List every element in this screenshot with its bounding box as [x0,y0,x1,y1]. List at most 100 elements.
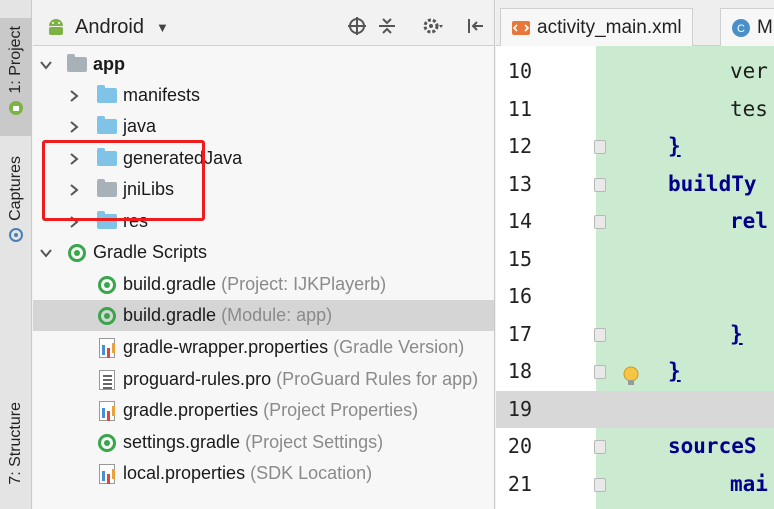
lightbulb-icon[interactable] [623,366,639,388]
gradle-icon [96,305,118,327]
android-icon [9,100,23,115]
tree-hint: (Project Properties) [263,400,419,420]
tab-structure-label: 7: Structure [7,402,24,485]
tree-node-gradle-wrapper-properties[interactable]: gradle-wrapper.properties (Gradle Versio… [33,332,494,363]
chevron-down-icon[interactable] [37,244,55,262]
line-number: 11 [507,97,532,121]
code-line: buildTy [668,172,757,196]
tree-node-proguard-rules[interactable]: proguard-rules.pro (ProGuard Rules for a… [33,364,494,395]
tree-label: gradle.properties [123,400,259,420]
folder-icon [96,116,118,138]
tree-label: build.gradle [123,305,217,325]
gradle-icon [96,274,118,296]
tree-label: proguard-rules.pro [123,369,272,389]
line-number: 10 [507,59,532,83]
module-folder-icon [66,54,88,76]
crosshair-icon[interactable] [345,14,369,38]
tree-label: app [93,54,126,74]
tree-node-build-gradle-module[interactable]: build.gradle (Module: app) [33,300,494,331]
project-panel: Android ▼ app manifests java generatedJa… [33,0,495,509]
line-number: 15 [507,247,532,271]
chevron-right-icon[interactable] [65,87,83,105]
fold-marker[interactable] [594,328,606,342]
code-line: mai [730,472,768,496]
chevron-right-icon[interactable] [65,118,83,136]
camera-icon [9,227,23,242]
code-line: ver [730,59,768,83]
line-number: 16 [507,284,532,308]
tree-label: settings.gradle [123,432,241,452]
current-line-highlight [496,391,774,428]
properties-file-icon [96,463,118,485]
code-line: sourceS [668,434,757,458]
tab-captures-label: Captures [7,156,24,221]
fold-marker[interactable] [594,478,606,492]
tree-hint: (SDK Location) [250,463,373,483]
tool-window-strip: 1: Project Captures 7: Structure [0,0,32,509]
line-number: 21 [507,472,532,496]
xml-file-icon [512,20,530,35]
text-file-icon [96,369,118,391]
code-line: } [668,359,681,383]
gradle-icon [66,242,88,264]
tab-activity-main-xml[interactable]: activity_main.xml [500,8,693,46]
line-number: 12 [507,134,532,158]
fold-marker[interactable] [594,440,606,454]
code-editor: activity_main.xml C M 10 11 12 13 14 15 … [496,0,774,509]
tree-node-build-gradle-project[interactable]: build.gradle (Project: IJKPlayerb) [33,269,494,300]
tab-label: activity_main.xml [537,16,682,38]
fold-marker[interactable] [594,215,606,229]
tree-node-gradle-properties[interactable]: gradle.properties (Project Properties) [33,395,494,426]
tree-label: gradle-wrapper.properties [123,337,329,357]
tree-node-manifests[interactable]: manifests [33,80,494,111]
tree-label: local.properties [123,463,246,483]
line-number: 20 [507,434,532,458]
line-number: 18 [507,359,532,383]
tree-hint: (ProGuard Rules for app) [276,369,479,389]
tree-node-app[interactable]: app [33,49,494,80]
view-mode-label: Android [75,15,144,38]
folder-icon [96,85,118,107]
annotation-highlight-box [42,140,205,221]
fold-marker[interactable] [594,140,606,154]
tree-hint: (Module: app) [221,305,333,325]
chevron-down-icon[interactable] [37,56,55,74]
tab-java-class[interactable]: C M [720,8,774,46]
svg-text:C: C [737,23,745,35]
collapse-all-icon[interactable] [375,14,399,38]
properties-file-icon [96,400,118,422]
project-toolbar: Android ▼ [33,0,494,46]
tree-node-settings-gradle[interactable]: settings.gradle (Project Settings) [33,427,494,458]
gear-icon[interactable] [421,14,445,38]
tab-project[interactable]: 1: Project [0,18,32,136]
tree-node-local-properties[interactable]: local.properties (SDK Location) [33,458,494,489]
code-line: tes [730,97,768,121]
tree-node-java[interactable]: java [33,111,494,142]
tree-label: build.gradle [123,274,217,294]
fold-marker[interactable] [594,178,606,192]
tab-structure[interactable]: 7: Structure [0,396,32,509]
tree-label: java [123,116,157,136]
properties-file-icon [96,337,118,359]
line-number: 19 [507,397,532,421]
class-icon: C [732,18,750,37]
tree-label: Gradle Scripts [93,242,208,262]
tree-hint: (Project: IJKPlayerb) [221,274,387,294]
line-number: 14 [507,209,532,233]
tab-label: M [757,16,773,38]
code-line: rel [730,209,768,233]
android-icon [49,19,63,35]
line-number: 17 [507,322,532,346]
tree-node-gradle-scripts[interactable]: Gradle Scripts [33,237,494,268]
gradle-icon [96,432,118,454]
chevron-down-icon: ▼ [155,19,169,35]
code-line: } [730,322,743,346]
hide-panel-icon[interactable] [463,14,487,38]
fold-marker[interactable] [594,365,606,379]
code-line: } [668,134,681,158]
line-number: 13 [507,172,532,196]
tab-captures[interactable]: Captures [0,152,32,262]
editor-tab-bar: activity_main.xml C M [496,0,774,46]
tree-label: manifests [123,85,201,105]
view-mode-dropdown[interactable]: Android ▼ [45,12,169,42]
